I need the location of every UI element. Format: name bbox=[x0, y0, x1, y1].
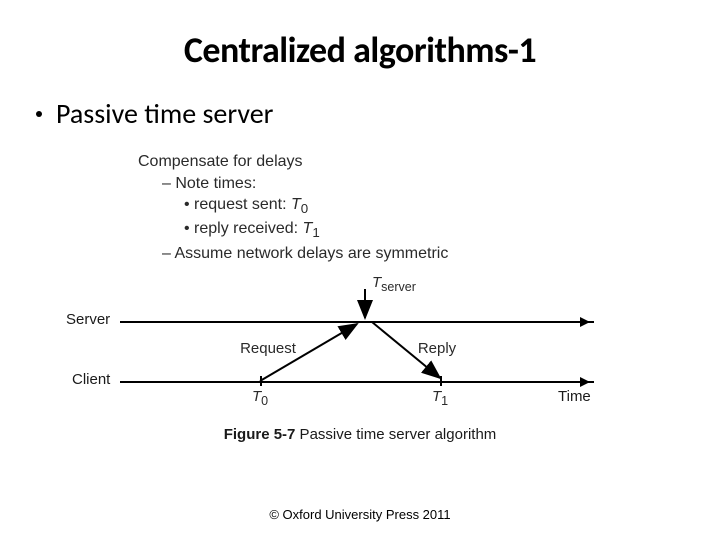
time-axis-label: Time bbox=[558, 388, 591, 405]
fig-assume-text: Assume network delays are symmetric bbox=[174, 245, 448, 262]
fig-req-sent: • request sent: T0 bbox=[120, 194, 600, 218]
client-label: Client bbox=[72, 371, 110, 388]
slide-title: Centralized algorithms-1 bbox=[30, 28, 690, 72]
tserver-sub: server bbox=[381, 280, 416, 294]
diagram-arrows-svg bbox=[120, 276, 600, 416]
reply-label: Reply bbox=[402, 340, 472, 357]
server-label: Server bbox=[66, 311, 110, 328]
fig-note-times-text: Note times: bbox=[175, 175, 256, 192]
fig-req-sent-prefix: request sent: bbox=[194, 196, 291, 213]
tserver-label: Tserver bbox=[372, 274, 416, 294]
t1-var: T bbox=[432, 388, 441, 405]
t1-sub: 1 bbox=[441, 394, 448, 408]
t0-tick bbox=[260, 376, 262, 386]
t0-label: T0 bbox=[252, 388, 268, 408]
t1-tick bbox=[440, 376, 442, 386]
slide: Centralized algorithms-1 Passive time se… bbox=[0, 0, 720, 540]
fig-rep-recv-prefix: reply received: bbox=[194, 220, 303, 237]
fig-compensate: Compensate for delays bbox=[120, 151, 600, 173]
figure-caption: Figure 5-7 Passive time server algorithm bbox=[120, 426, 600, 443]
fig-assume: – Assume network delays are symmetric bbox=[120, 243, 600, 265]
copyright-footer: © Oxford University Press 2011 bbox=[0, 507, 720, 522]
fig-rep-recv-var: T bbox=[303, 220, 313, 237]
bullet-dot-icon bbox=[36, 111, 42, 117]
bullet-item: Passive time server bbox=[36, 96, 690, 131]
figure-caption-bold: Figure 5-7 bbox=[224, 426, 296, 443]
bullet-text: Passive time server bbox=[56, 96, 273, 131]
request-label: Request bbox=[228, 340, 308, 357]
fig-rep-recv-sub: 1 bbox=[312, 226, 319, 241]
tserver-var: T bbox=[372, 274, 381, 291]
fig-req-sent-var: T bbox=[291, 196, 301, 213]
timing-diagram: Server Client Tserver R bbox=[120, 276, 600, 416]
t1-label: T1 bbox=[432, 388, 448, 408]
t0-var: T bbox=[252, 388, 261, 405]
fig-req-sent-sub: 0 bbox=[301, 201, 308, 216]
figure-block: Compensate for delays – Note times: • re… bbox=[120, 151, 600, 443]
t0-sub: 0 bbox=[261, 394, 268, 408]
fig-rep-recv: • reply received: T1 bbox=[120, 218, 600, 242]
figure-caption-rest: Passive time server algorithm bbox=[295, 426, 496, 443]
fig-note-times: – Note times: bbox=[120, 173, 600, 195]
